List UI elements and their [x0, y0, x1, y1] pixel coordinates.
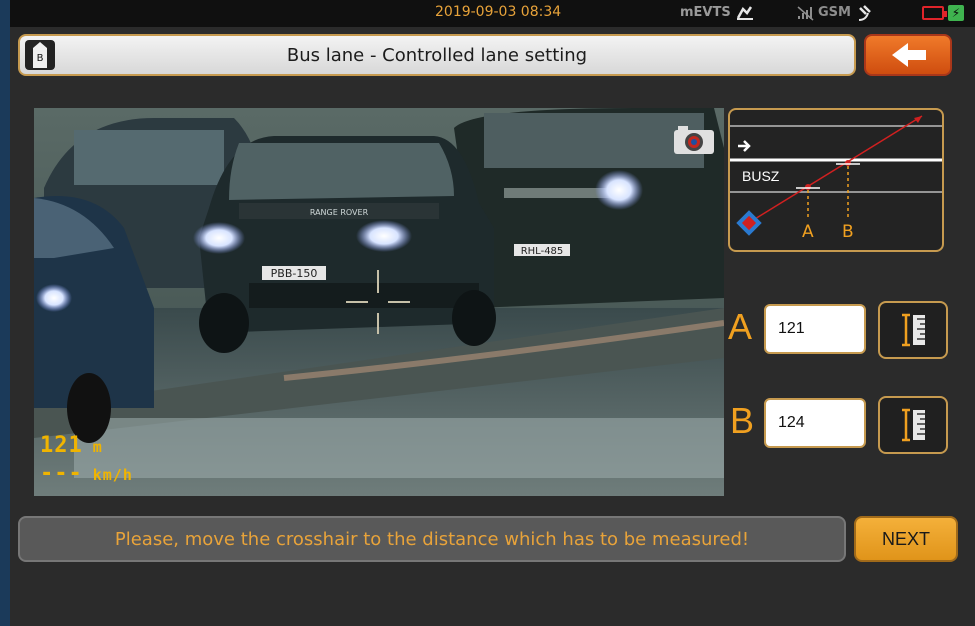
charging-icon: ⚡: [948, 5, 964, 21]
instruction-bar: Please, move the crosshair to the distan…: [18, 516, 846, 562]
lane-diagram: BUSZ A B: [728, 108, 944, 252]
title-bar: B Bus lane - Controlled lane setting: [18, 34, 856, 76]
point-a-label: A: [728, 306, 753, 347]
battery-low-icon: [922, 6, 947, 20]
speed-value: ---: [40, 461, 83, 486]
point-a-distance-field[interactable]: 121: [764, 304, 866, 354]
point-a-measure-button[interactable]: [878, 301, 948, 359]
ruler-icon: [902, 313, 925, 347]
diagram-point-a: A: [802, 222, 814, 242]
no-signal-icon: [797, 6, 814, 21]
distance-value: 121: [40, 433, 83, 458]
point-b-measure-button[interactable]: [878, 396, 948, 454]
point-b-distance-field[interactable]: 124: [764, 398, 866, 448]
satellite-icon: [858, 5, 871, 21]
license-plate-main: PBB-150: [271, 267, 318, 280]
license-plate-right: RHL-485: [521, 246, 564, 257]
hud-distance: 121 m: [40, 433, 103, 458]
radar-device-icon: [736, 210, 762, 236]
instruction-text: Please, move the crosshair to the distan…: [114, 529, 750, 550]
distance-unit: m: [92, 438, 103, 456]
direction-arrow-icon: [738, 140, 751, 152]
camera-icon[interactable]: [672, 124, 716, 156]
status-network: GSM: [818, 5, 851, 20]
back-button[interactable]: [864, 34, 952, 76]
speed-unit: km/h: [92, 466, 133, 484]
diagram-point-b: B: [842, 222, 854, 242]
camera-view[interactable]: RHL-485 RANGE ROVER PBB-150: [34, 108, 724, 496]
status-bar: 2019-09-03 08:34 mEVTS GSM ⚡: [10, 0, 975, 27]
status-datetime: 2019-09-03 08:34: [435, 4, 562, 20]
arrow-left-icon: [892, 43, 926, 67]
page-title: Bus lane - Controlled lane setting: [286, 45, 588, 66]
next-button[interactable]: NEXT: [854, 516, 958, 562]
window-frame: [0, 0, 10, 626]
svg-text:RANGE ROVER: RANGE ROVER: [310, 208, 369, 217]
sign-icon: [736, 6, 753, 20]
point-b-label: B: [730, 400, 755, 441]
hud-speed: --- km/h: [40, 461, 133, 486]
ruler-icon: [902, 408, 925, 442]
lane-label: BUSZ: [742, 168, 780, 184]
status-service: mEVTS: [680, 5, 731, 20]
